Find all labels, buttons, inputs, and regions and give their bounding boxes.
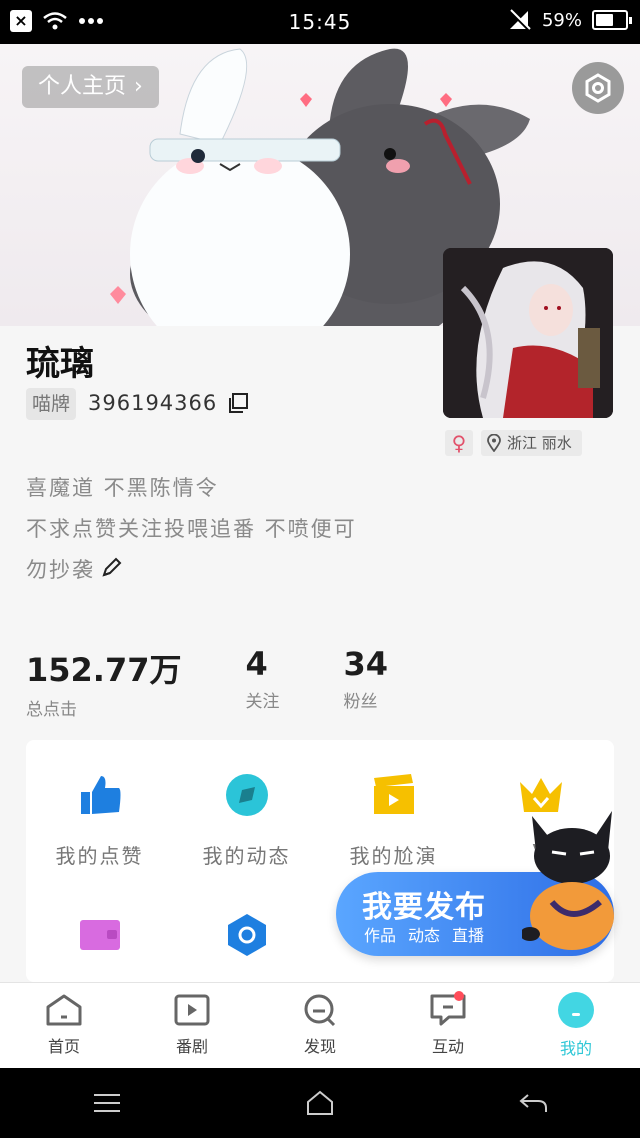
homepage-button[interactable]: 个人主页 › [22, 66, 159, 108]
copy-icon[interactable] [227, 392, 249, 414]
grid-item-label: 我的动态 [202, 844, 291, 868]
stat-label: 粉丝 [343, 692, 378, 712]
stats-row: 152.77万 总点击 4 关注 34 粉丝 [26, 645, 452, 720]
settings-button[interactable] [572, 62, 624, 114]
uid-row: 396194366 [88, 391, 249, 415]
signal-muted-icon [508, 9, 532, 31]
play-icon [174, 994, 210, 1026]
grid-item-dynamics[interactable]: 我的动态 [173, 772, 320, 869]
bio-line: 喜魔道 不黑陈情令 [26, 476, 219, 500]
home-system-icon[interactable] [305, 1090, 335, 1116]
location-pin-icon [487, 434, 501, 452]
location-text: 浙江 丽水 [507, 434, 572, 452]
stat-value: 34 [343, 645, 389, 683]
publish-sub-item: 动态 [408, 926, 441, 945]
back-icon[interactable] [518, 1092, 548, 1114]
edit-pencil-icon[interactable] [101, 556, 123, 578]
clapper-icon [373, 774, 414, 814]
status-bar: × 15:45 59% [0, 0, 640, 44]
me-icon [558, 992, 594, 1028]
grid-item-label: 我的尬演 [349, 844, 438, 868]
nav-home[interactable]: 首页 [0, 983, 128, 1068]
stat-fans[interactable]: 34 粉丝 [344, 645, 389, 720]
publish-button[interactable]: 我要发布 作品 动态 直播 [336, 811, 614, 956]
uid-value: 396194366 [88, 391, 218, 415]
bio-line: 勿抄袭 [26, 558, 95, 582]
bio-line: 不求点赞关注投喂追番 不喷便可 [26, 517, 357, 541]
settings-hex-icon [227, 914, 266, 956]
publish-subtitle: 作品 动态 直播 [364, 922, 484, 946]
nav-anime[interactable]: 番剧 [128, 983, 256, 1068]
nav-label: 番剧 [175, 1037, 208, 1056]
homepage-label: 个人主页 [38, 74, 127, 99]
nav-interaction[interactable]: 互动 [384, 983, 512, 1068]
stat-value: 152.77万 [26, 651, 182, 689]
avatar[interactable] [443, 248, 613, 418]
chevron-right-icon: › [134, 74, 143, 99]
avatar-illustration [443, 248, 613, 418]
stat-following[interactable]: 4 关注 [246, 645, 280, 720]
grid-item-wallet[interactable] [26, 912, 173, 980]
stat-total-clicks[interactable]: 152.77万 总点击 [26, 645, 182, 720]
publish-title: 我要发布 [362, 890, 486, 925]
nav-label: 互动 [431, 1037, 464, 1056]
thumbs-up-icon [80, 776, 120, 814]
publish-sub-item: 作品 [364, 926, 397, 945]
profile-bio: 喜魔道 不黑陈情令 不求点赞关注投喂追番 不喷便可 勿抄袭 [26, 468, 357, 592]
dynamic-icon [225, 774, 268, 816]
grid-item-likes[interactable]: 我的点赞 [26, 772, 173, 869]
gear-icon [585, 73, 611, 103]
discover-icon [304, 994, 336, 1027]
battery-icon [592, 10, 632, 30]
battery-percent: 59% [541, 9, 582, 31]
grid-item-settings[interactable] [173, 912, 320, 980]
cat-mascot-icon [522, 811, 614, 950]
notification-dot [454, 991, 464, 1001]
status-right: 59% [508, 9, 632, 31]
stat-value: 4 [245, 645, 268, 683]
bio-line-last: 勿抄袭 [26, 550, 357, 592]
menu-icon[interactable] [92, 1092, 122, 1114]
home-icon [46, 994, 82, 1026]
location-badge: 浙江 丽水 [481, 430, 582, 456]
bottom-nav: 首页 番剧 发现 互动 我的 [0, 982, 640, 1068]
system-nav-bar [0, 1068, 640, 1138]
grid-item-label: 我的点赞 [55, 844, 144, 868]
nav-me[interactable]: 我的 [512, 983, 640, 1068]
user-badge: 喵牌 [26, 388, 77, 420]
gender-badge: ♀ [445, 430, 473, 456]
nav-label: 我的 [559, 1039, 592, 1058]
grid-item-acting[interactable]: 我的尬演 [320, 772, 467, 869]
nav-discover[interactable]: 发现 [256, 983, 384, 1068]
stat-label: 关注 [245, 692, 280, 712]
publish-sub-item: 直播 [452, 926, 485, 945]
profile-name: 琉璃 [26, 344, 94, 384]
nav-label: 首页 [47, 1037, 80, 1056]
stat-label: 总点击 [26, 700, 77, 720]
battery-fill [596, 14, 613, 26]
nav-label: 发现 [303, 1037, 336, 1056]
wallet-icon [79, 920, 120, 950]
